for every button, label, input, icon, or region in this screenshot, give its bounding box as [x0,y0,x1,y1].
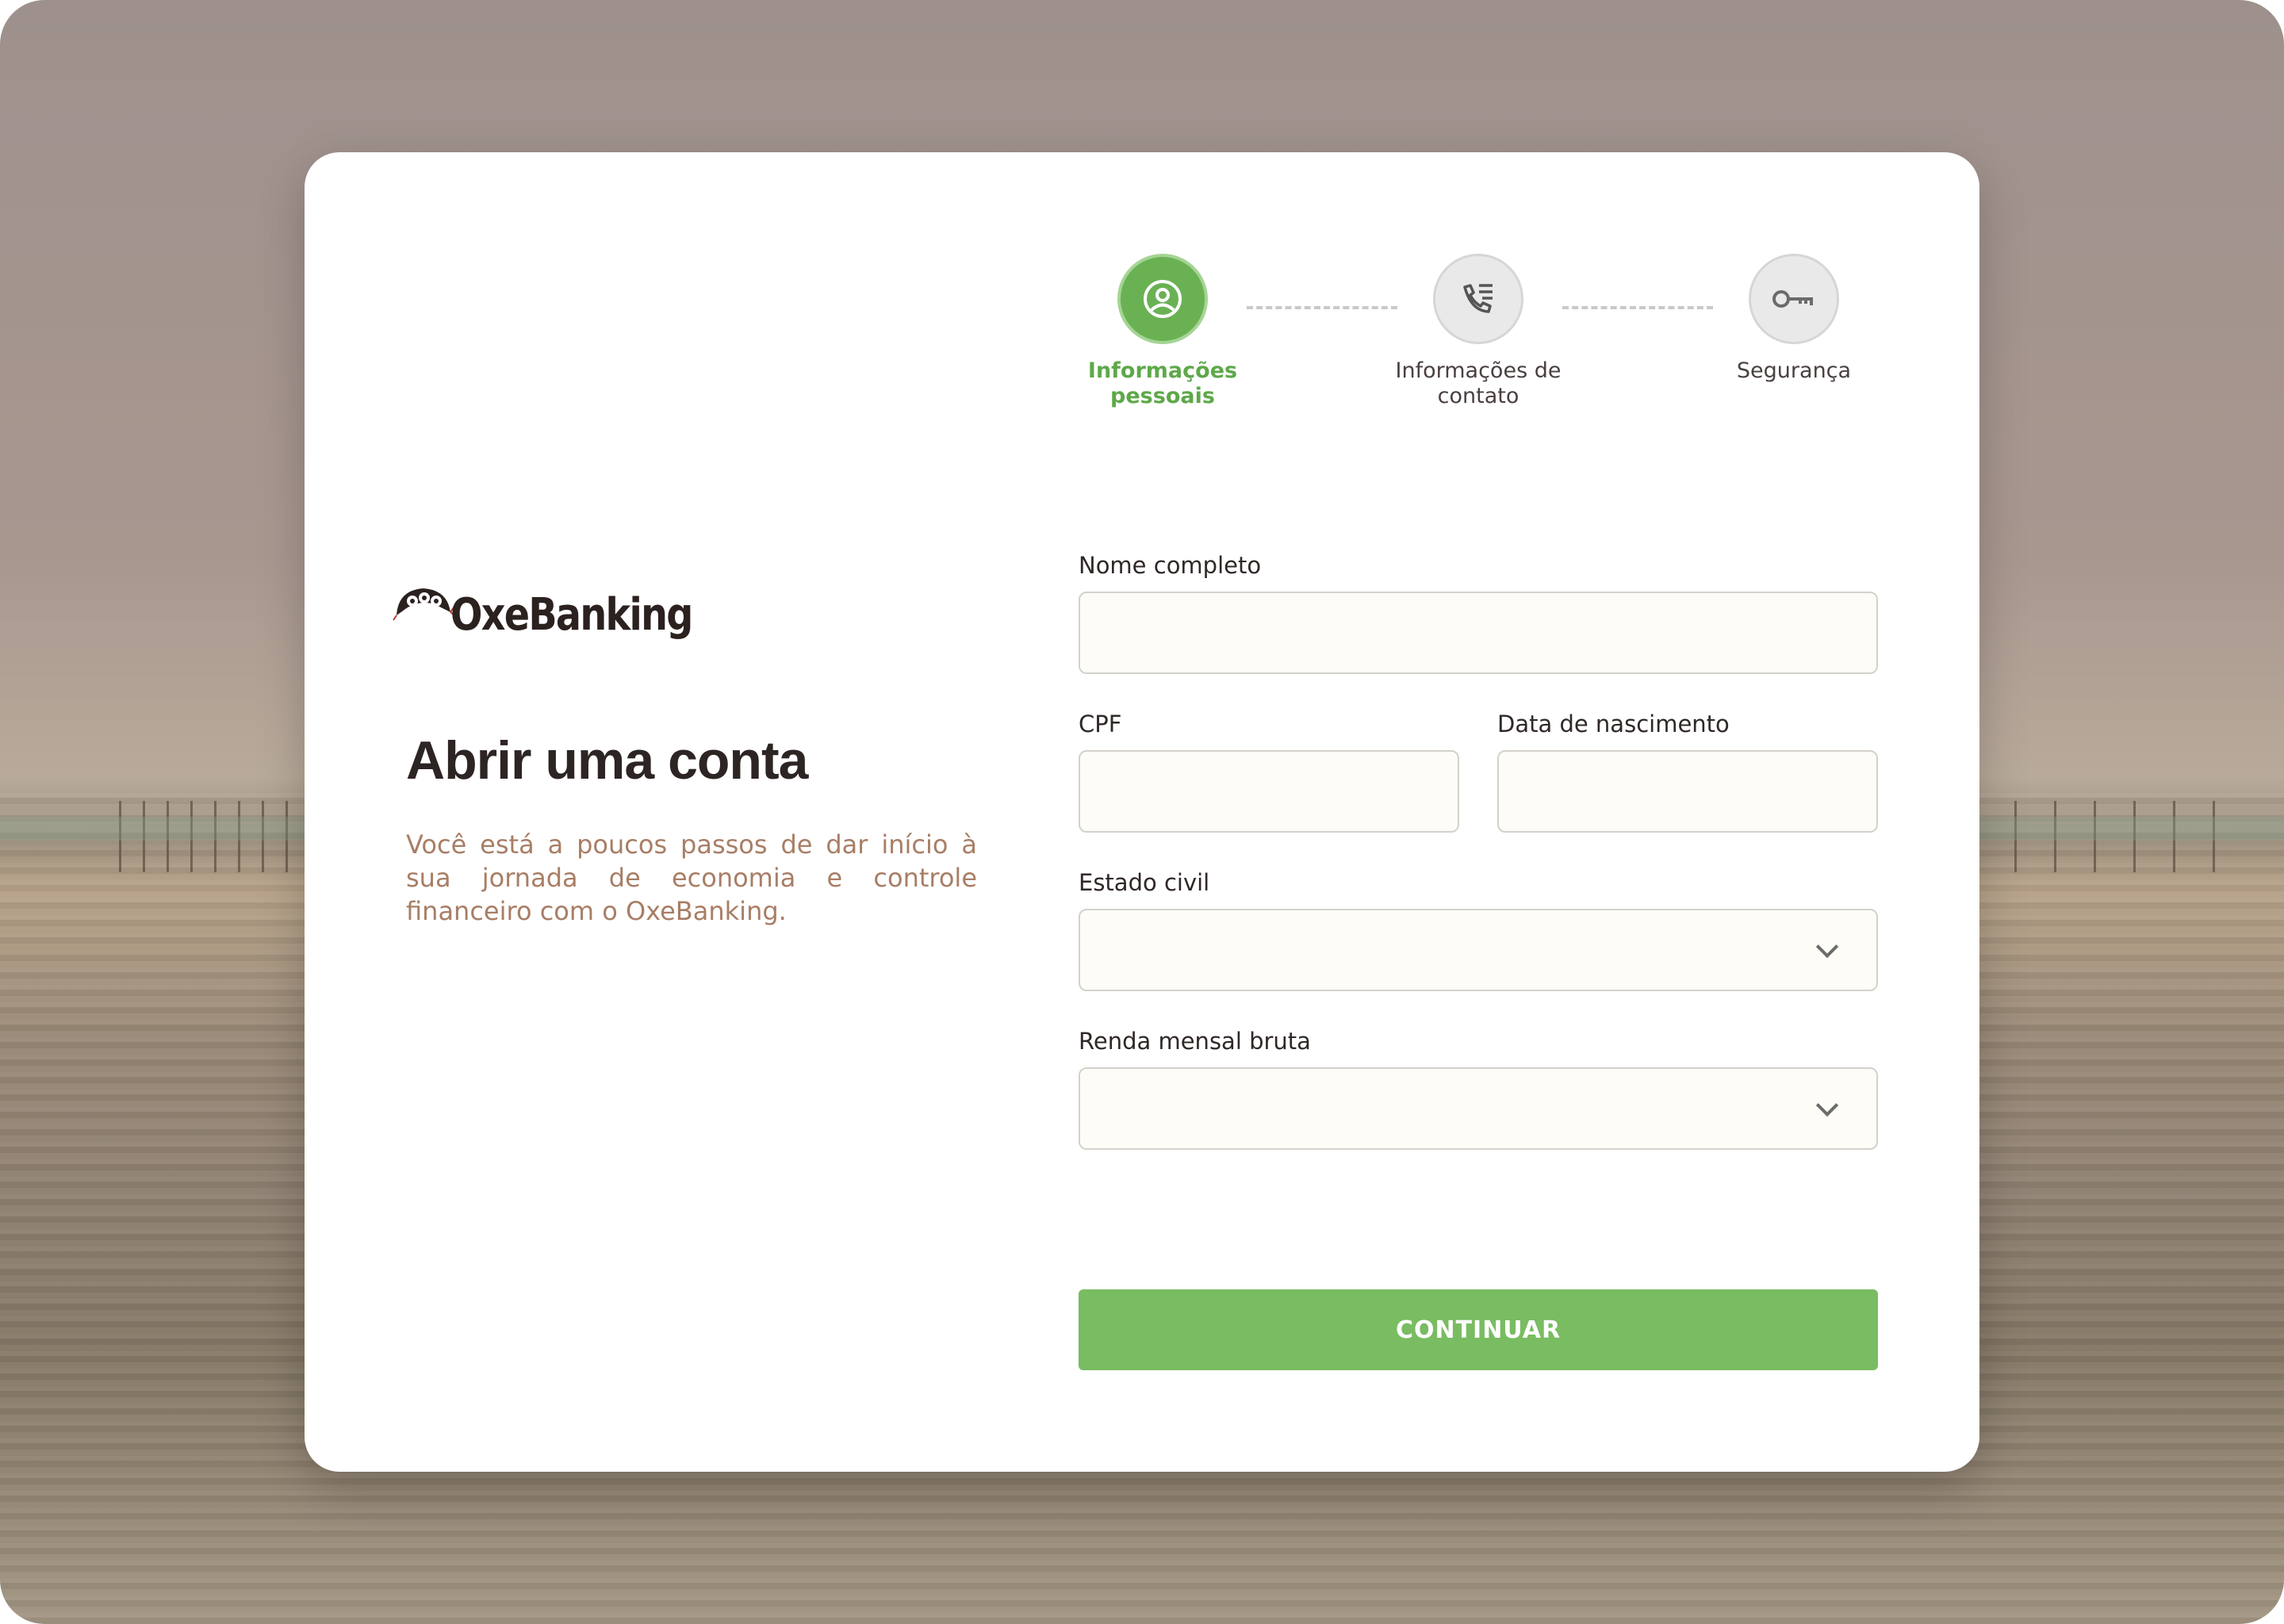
cpf-label: CPF [1079,710,1122,737]
brand-name: OxeBanking [450,589,693,641]
step-personal-info[interactable]: Informações pessoais [1067,254,1258,409]
oxebanking-logo: OxeBanking [392,584,734,641]
fishing-poles-left [111,801,301,872]
page-description: Você está a poucos passos de dar início … [406,829,977,926]
marital-status-select[interactable] [1079,909,1878,991]
step-label: Informações pessoais [1087,358,1238,408]
background-photo: Informações pessoais Informações de cont… [0,0,2284,1624]
step-label: Informações de contato [1395,358,1562,408]
key-icon [1749,254,1839,344]
page-title: Abrir uma conta [406,730,808,791]
signup-card: Informações pessoais Informações de cont… [305,152,1979,1472]
eyes-mascot-icon [393,588,455,621]
step-connector [1247,306,1397,309]
chevron-down-icon [1815,1094,1839,1117]
phone-list-icon [1433,254,1523,344]
step-connector [1562,306,1713,309]
full-name-label: Nome completo [1079,552,1262,579]
step-security[interactable]: Segurança [1699,254,1889,384]
cpf-input[interactable] [1079,750,1459,833]
full-name-input[interactable] [1079,592,1878,674]
chevron-down-icon [1815,935,1839,959]
user-circle-icon [1117,254,1208,344]
marital-status-label: Estado civil [1079,869,1210,896]
fishing-poles-right [1998,801,2236,872]
monthly-income-select[interactable] [1079,1067,1878,1150]
step-contact-info[interactable]: Informações de contato [1383,254,1573,409]
birth-date-label: Data de nascimento [1497,710,1730,737]
monthly-income-label: Renda mensal bruta [1079,1028,1311,1055]
birth-date-input[interactable] [1497,750,1878,833]
step-label: Segurança [1736,358,1852,383]
continue-button[interactable]: CONTINUAR [1079,1289,1878,1370]
